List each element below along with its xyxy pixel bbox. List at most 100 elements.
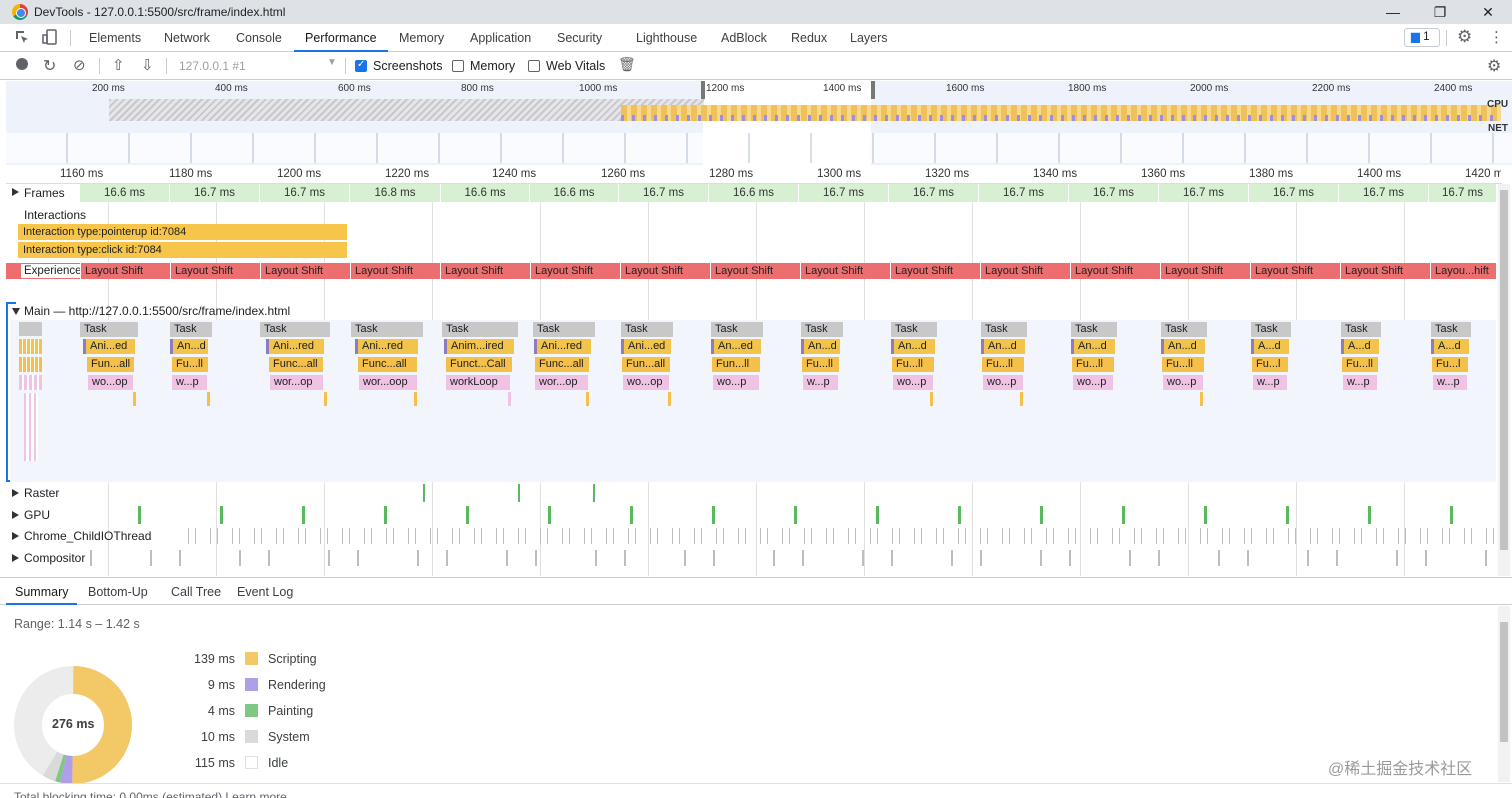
layout-shift-block[interactable]: Layout Shift — [530, 263, 620, 279]
layout-shift-block[interactable]: Layout Shift — [1250, 263, 1340, 279]
tab-performance[interactable]: Performance — [294, 24, 388, 52]
compositor-events[interactable] — [90, 550, 1496, 566]
flame-work-loop[interactable]: wo...p — [713, 375, 759, 390]
flame-fragment[interactable] — [414, 392, 417, 406]
memory-checkbox[interactable] — [452, 60, 464, 72]
flame-task-fragment[interactable] — [19, 322, 42, 336]
flame-function-call[interactable]: Fun...all — [87, 357, 134, 372]
frame-block[interactable]: 16.7 ms — [169, 184, 259, 202]
flame-fragment[interactable] — [133, 392, 136, 406]
frame-block[interactable]: 16.7 ms — [259, 184, 349, 202]
flame-work-loop[interactable]: w...p — [1253, 375, 1287, 390]
flame-function-call[interactable]: Func...all — [358, 357, 417, 372]
layout-shift-block[interactable]: Layout Shift — [260, 263, 350, 279]
tab-summary[interactable]: Summary — [6, 578, 78, 605]
layout-shift-block[interactable]: Layout Shift — [620, 263, 710, 279]
flame-fragment[interactable] — [19, 375, 42, 390]
tab-application[interactable]: Application — [470, 24, 531, 52]
expand-triangle-icon[interactable] — [12, 532, 19, 540]
layout-shift-block[interactable]: Layout Shift — [1340, 263, 1430, 279]
flame-fragment[interactable] — [1200, 392, 1203, 406]
gpu-track-label[interactable]: GPU — [24, 508, 50, 522]
flame-work-loop[interactable]: wo...op — [623, 375, 669, 390]
expand-triangle-icon[interactable] — [12, 489, 19, 497]
flame-animation-frame[interactable]: A...d — [1251, 339, 1289, 354]
layout-shift-block[interactable]: Layout Shift — [350, 263, 440, 279]
flame-fragment[interactable] — [19, 339, 42, 354]
flame-task[interactable]: Task — [1161, 322, 1207, 337]
flame-work-loop[interactable]: w...p — [172, 375, 207, 390]
main-track-label[interactable]: Main — http://127.0.0.1:5500/src/frame/i… — [24, 304, 290, 318]
flame-animation-frame[interactable]: Anim...ired — [444, 339, 514, 354]
flame-task[interactable]: Task — [1251, 322, 1291, 337]
layout-shift-block[interactable]: Layou...hift — [1430, 263, 1496, 279]
flame-work-loop[interactable]: workLoop — [446, 375, 510, 390]
flame-function-call[interactable]: Fu...ll — [802, 357, 839, 372]
flame-work-loop[interactable]: wor...op — [270, 375, 323, 390]
flame-task[interactable]: Task — [1341, 322, 1381, 337]
chevron-down-icon[interactable]: ▼ — [327, 57, 337, 68]
tab-redux[interactable]: Redux — [791, 24, 827, 52]
flame-work-loop[interactable]: w...p — [1343, 375, 1377, 390]
flame-task[interactable]: Task — [981, 322, 1027, 337]
flame-animation-frame[interactable]: An...d — [1161, 339, 1205, 354]
flame-task[interactable]: Task — [711, 322, 763, 337]
timeline-scrollbar[interactable] — [1498, 184, 1510, 576]
flame-task[interactable]: Task — [1431, 322, 1471, 337]
raster-event[interactable] — [518, 484, 520, 502]
more-options-icon[interactable]: ⋮ — [1489, 28, 1504, 46]
frame-block[interactable]: 16.7 ms — [1158, 184, 1248, 202]
capture-settings-gear-icon[interactable]: ⚙ — [1487, 56, 1501, 76]
frame-block[interactable]: 16.7 ms — [1338, 184, 1428, 202]
flame-animation-frame[interactable]: A...d — [1431, 339, 1469, 354]
issues-badge[interactable]: ▆ 1 — [1404, 28, 1440, 47]
flame-work-loop[interactable]: wor...oop — [359, 375, 417, 390]
details-scrollbar[interactable] — [1498, 606, 1510, 782]
frame-block[interactable]: 16.8 ms — [349, 184, 440, 202]
raster-event[interactable] — [423, 484, 425, 502]
flame-task[interactable]: Task — [442, 322, 518, 337]
layout-shift-block[interactable]: Layout Shift — [80, 263, 170, 279]
flame-animation-frame[interactable]: Ani...red — [534, 339, 591, 354]
frame-block[interactable]: 16.6 ms — [440, 184, 529, 202]
flame-function-call[interactable]: Fun...ll — [712, 357, 760, 372]
interaction-pointerup[interactable]: Interaction type:pointerup id:7084 — [18, 224, 347, 240]
flame-animation-frame[interactable]: Ani...red — [266, 339, 324, 354]
flame-function-call[interactable]: Fun...all — [622, 357, 670, 372]
flame-function-call[interactable]: Fu...ll — [172, 357, 208, 372]
tab-bottom-up[interactable]: Bottom-Up — [88, 578, 148, 605]
flame-animation-frame[interactable]: Ani...ed — [621, 339, 671, 354]
flame-animation-frame[interactable]: An...d — [891, 339, 935, 354]
tab-security[interactable]: Security — [557, 24, 602, 52]
close-button[interactable]: ✕ — [1465, 0, 1511, 24]
timeline-overview[interactable]: 200 ms 400 ms 600 ms 800 ms 1000 ms 1200… — [6, 81, 1512, 165]
flame-animation-frame[interactable]: An...d — [801, 339, 840, 354]
frame-block[interactable]: 16.7 ms — [618, 184, 708, 202]
flame-task[interactable]: Task — [621, 322, 673, 337]
childio-events[interactable] — [188, 528, 1496, 544]
frame-block[interactable]: 16.7 ms — [1068, 184, 1158, 202]
flame-task[interactable]: Task — [801, 322, 843, 337]
profile-select[interactable]: 127.0.0.1 #1 — [179, 59, 246, 73]
flame-function-call[interactable]: Func...all — [269, 357, 323, 372]
frame-block[interactable]: 16.7 ms — [1428, 184, 1496, 202]
flame-task[interactable]: Task — [170, 322, 212, 337]
tab-elements[interactable]: Elements — [89, 24, 141, 52]
flame-work-loop[interactable]: w...p — [803, 375, 838, 390]
flame-animation-frame[interactable]: An...d — [1071, 339, 1115, 354]
flame-work-loop[interactable]: wo...p — [1073, 375, 1113, 390]
layout-shift-block[interactable]: Layout Shift — [1070, 263, 1160, 279]
flame-task[interactable]: Task — [260, 322, 330, 337]
flame-work-loop[interactable]: wo...p — [893, 375, 933, 390]
expand-triangle-icon[interactable] — [12, 554, 19, 562]
interaction-click[interactable]: Interaction type:click id:7084 — [18, 242, 347, 258]
flame-task[interactable]: Task — [80, 322, 138, 337]
flame-animation-frame[interactable]: A...d — [1341, 339, 1379, 354]
tab-memory[interactable]: Memory — [399, 24, 444, 52]
screenshots-checkbox[interactable] — [355, 59, 367, 72]
flame-work-loop[interactable]: w...p — [1433, 375, 1467, 390]
layout-shift-block[interactable]: Layout Shift — [800, 263, 890, 279]
flame-animation-frame[interactable]: An...d — [981, 339, 1025, 354]
tab-layers[interactable]: Layers — [850, 24, 888, 52]
flame-work-loop[interactable]: wor...op — [535, 375, 588, 390]
